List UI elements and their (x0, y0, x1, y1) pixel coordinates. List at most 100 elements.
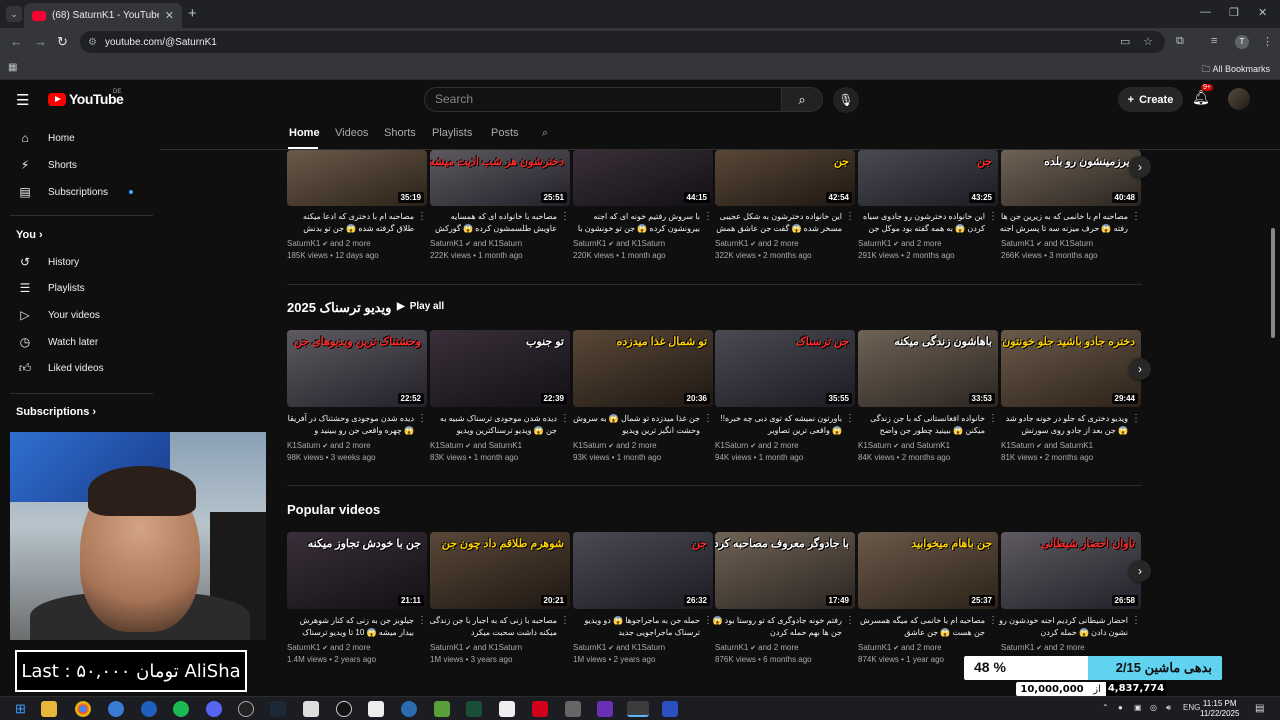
video-thumbnail[interactable]: شوهرم طلاقم داد چون جن 20:21 (430, 532, 570, 609)
extensions-icon[interactable]: ⧉ (1176, 35, 1184, 48)
chrome-icon[interactable] (75, 701, 91, 717)
minimize-button[interactable]: — (1200, 6, 1211, 18)
browser-tab[interactable]: (68) SaturnK1 - YouTube ✕ (24, 3, 182, 28)
sidebar-item-your-videos[interactable]: ▷ Your videos (0, 302, 150, 328)
video-channel-line[interactable]: SaturnK1 ✔ and 2 more (1001, 642, 1085, 655)
video-title[interactable]: دیده شدن موجودی وحشتناک در آفریقا 😱 چهره… (284, 413, 414, 437)
more-actions-icon[interactable]: ⋮ (845, 615, 855, 626)
search-input[interactable]: Search (424, 87, 782, 112)
video-title[interactable]: خانواده افغانستانی که با جن زندگی میکنن … (855, 413, 985, 437)
tab-playlists[interactable]: Playlists (432, 127, 472, 139)
video-thumbnail[interactable]: جن با خودش تجاوز میکنه 21:11 (287, 532, 427, 609)
bookmark-star-icon[interactable]: ☆ (1143, 35, 1153, 48)
more-actions-icon[interactable]: ⋮ (988, 615, 998, 626)
more-actions-icon[interactable]: ⋮ (560, 615, 570, 626)
video-thumbnail[interactable]: جن باهام میخوابید 25:37 (858, 532, 998, 609)
tray-app-icon[interactable]: ◎ (1150, 703, 1157, 712)
tab-home[interactable]: Home (289, 127, 320, 139)
account-avatar[interactable] (1228, 88, 1250, 110)
tray-overflow-icon[interactable]: ⌃ (1102, 703, 1109, 712)
all-bookmarks-button[interactable]: 🗀 All Bookmarks (1201, 62, 1270, 78)
more-actions-icon[interactable]: ⋮ (560, 211, 570, 222)
video-title[interactable]: جن غذا میدزده تو شمال 😱 به سروش وحشت انگ… (570, 413, 700, 437)
notepad-icon[interactable] (303, 701, 319, 717)
channel-search-icon[interactable]: ⌕ (542, 127, 548, 140)
video-thumbnail[interactable]: تو جنوب 22:39 (430, 330, 570, 407)
obs-icon[interactable] (238, 701, 254, 717)
video-thumbnail[interactable]: جن 26:32 (573, 532, 713, 609)
more-actions-icon[interactable]: ⋮ (417, 615, 427, 626)
video-title[interactable]: با سروش رفتیم خونه ای که اجنه بیرونشون ک… (570, 211, 700, 235)
more-actions-icon[interactable]: ⋮ (845, 413, 855, 424)
video-thumbnail[interactable]: وحشتناک ترین ویدیوهای جن 22:52 (287, 330, 427, 407)
app-icon[interactable] (368, 701, 384, 717)
video-title[interactable]: مصاحبه ام با خانمی که میگه همسرش جن هست … (855, 615, 985, 639)
more-actions-icon[interactable]: ⋮ (988, 211, 998, 222)
app-icon[interactable] (466, 701, 482, 717)
file-explorer-icon[interactable] (41, 701, 57, 717)
youtube-logo[interactable]: YouTube DE (48, 89, 124, 107)
close-window-button[interactable]: ✕ (1258, 6, 1267, 19)
video-thumbnail[interactable]: دختره جادو باشید جلو خونتون 29:44 (1001, 330, 1141, 407)
video-thumbnail[interactable]: 44:15 (573, 150, 713, 206)
more-actions-icon[interactable]: ⋮ (1131, 211, 1141, 222)
sidebar-item-playlists[interactable]: ☰ Playlists (0, 275, 150, 301)
you-section-header[interactable]: You › (16, 229, 43, 241)
app-icon[interactable] (336, 701, 352, 717)
voice-search-button[interactable]: 🎙 (833, 87, 859, 113)
app-icon[interactable] (141, 701, 157, 717)
browser-icon[interactable] (108, 701, 124, 717)
steam-icon[interactable] (270, 701, 286, 717)
sidebar-item-home[interactable]: ⌂ Home (0, 125, 150, 151)
tab-shorts[interactable]: Shorts (384, 127, 416, 139)
video-title[interactable]: حمله جن به ماجراجوها 😱 دو ویدیو ترسناک م… (570, 615, 700, 639)
new-tab-button[interactable]: + (188, 5, 197, 22)
site-info-icon[interactable]: ⚙ (88, 37, 97, 48)
video-title[interactable]: مصاحبه ام با دختری که ادعا میکنه طلاق گر… (284, 211, 414, 235)
video-title[interactable]: باورتون نمیشه که توی دبی چه خبره!! 😱 واق… (712, 413, 842, 437)
sidebar-item-subscriptions[interactable]: ▤ Subscriptions (0, 179, 150, 205)
video-thumbnail[interactable]: تاوان احضار شیطانی 26:58 (1001, 532, 1141, 609)
video-title[interactable]: رفتم خونه جادوگری که تو روستا بود 😱 جن ه… (712, 615, 843, 639)
app-icon[interactable] (597, 701, 613, 717)
minecraft-icon[interactable] (434, 701, 450, 717)
more-actions-icon[interactable]: ⋮ (1131, 413, 1141, 424)
tab-posts[interactable]: Posts (491, 127, 519, 139)
sidebar-item-shorts[interactable]: ⚡︎ Shorts (0, 152, 150, 178)
video-title[interactable]: جیلوبز جن به زنی که کنار شوهرش بیدار میش… (284, 615, 414, 639)
tray-app-icon[interactable]: ● (1118, 703, 1123, 712)
video-thumbnail[interactable]: جن 43:25 (858, 150, 998, 206)
close-tab-icon[interactable]: ✕ (165, 9, 174, 22)
more-actions-icon[interactable]: ⋮ (560, 413, 570, 424)
video-thumbnail[interactable]: با جادوگر معروف مصاحبه کردم 17:49 (715, 532, 855, 609)
video-thumbnail[interactable]: 35:19 (287, 150, 427, 206)
chart-app-icon[interactable] (662, 701, 678, 717)
page-scrollbar[interactable] (1271, 228, 1275, 338)
video-thumbnail[interactable]: جن ترسناک 35:55 (715, 330, 855, 407)
search-button[interactable]: ⌕ (781, 87, 823, 112)
address-bar[interactable]: ⚙ youtube.com/@SaturnK1 (80, 31, 1165, 53)
create-button[interactable]: + Create (1118, 87, 1183, 112)
shelf-next-button[interactable]: › (1129, 560, 1151, 582)
sidebar-item-liked-videos[interactable]: 👍︎ Liked videos (0, 355, 150, 381)
language-indicator[interactable]: ENG (1183, 703, 1200, 712)
spotify-icon[interactable] (173, 701, 189, 717)
more-actions-icon[interactable]: ⋮ (1131, 615, 1141, 626)
video-title[interactable]: احضار شیطانی کردیم اجنه خودشون رو نشون د… (998, 615, 1128, 639)
subscriptions-section-header[interactable]: Subscriptions › (16, 406, 96, 418)
file-icon[interactable] (499, 701, 515, 717)
chrome-active-icon[interactable] (627, 701, 649, 717)
shelf-next-button[interactable]: › (1129, 358, 1151, 380)
more-actions-icon[interactable]: ⋮ (417, 211, 427, 222)
reading-list-icon[interactable]: ≡ (1211, 35, 1217, 47)
app-icon[interactable] (532, 701, 548, 717)
app-icon[interactable] (401, 701, 417, 717)
windows-start-icon[interactable]: ⊞ (15, 701, 31, 717)
shelf-next-button[interactable]: › (1129, 156, 1151, 178)
notification-center-icon[interactable]: ▤ (1255, 703, 1264, 714)
forward-button[interactable]: → (34, 34, 47, 49)
menu-icon[interactable]: ☰ (16, 91, 29, 109)
restore-button[interactable]: ❐ (1229, 6, 1239, 19)
video-thumbnail[interactable]: دخترشون هر شب اذیت میشه 25:51 (430, 150, 570, 206)
tab-videos[interactable]: Videos (335, 127, 368, 139)
